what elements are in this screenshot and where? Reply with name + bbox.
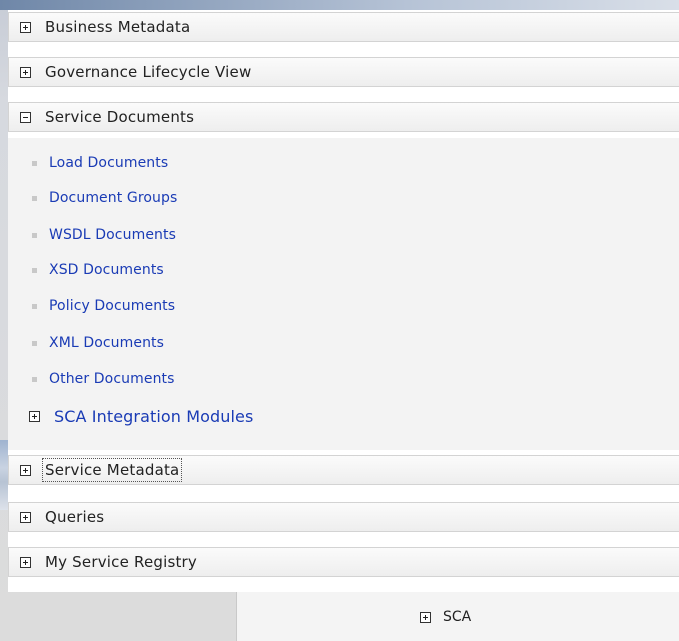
nav-link-label[interactable]: XSD Documents [49, 262, 164, 278]
nav-link-wsdl-documents[interactable]: WSDL Documents [32, 224, 176, 246]
navigation-panel: Business Metadata Governance Lifecycle V… [8, 10, 679, 592]
bullet-icon [32, 232, 37, 238]
nav-link-xml-documents[interactable]: XML Documents [32, 332, 164, 354]
bullet-icon [32, 340, 37, 346]
nav-link-label[interactable]: WSDL Documents [49, 227, 176, 243]
nav-link-label[interactable]: Other Documents [49, 371, 175, 387]
section-label: Service Documents [45, 108, 195, 126]
expand-icon[interactable] [20, 511, 31, 523]
background-tree-item-sca[interactable]: SCA [420, 602, 471, 632]
section-governance-lifecycle-view[interactable]: Governance Lifecycle View [8, 57, 679, 87]
nav-group-label[interactable]: SCA Integration Modules [54, 407, 253, 426]
section-business-metadata[interactable]: Business Metadata [8, 12, 679, 42]
service-documents-list: Load Documents Document Groups WSDL Docu… [8, 138, 679, 450]
background-left-bands [0, 440, 8, 510]
bullet-icon [32, 303, 37, 309]
bullet-icon [32, 160, 37, 166]
section-label: Service Metadata [41, 458, 183, 482]
expand-icon[interactable] [20, 66, 31, 78]
section-service-metadata[interactable]: Service Metadata [8, 455, 679, 485]
section-queries[interactable]: Queries [8, 502, 679, 532]
collapse-icon[interactable] [20, 111, 31, 123]
expand-icon[interactable] [420, 611, 431, 623]
section-my-service-registry[interactable]: My Service Registry [8, 547, 679, 577]
tree-item-label: SCA [443, 609, 472, 625]
section-label: Business Metadata [45, 18, 191, 36]
nav-link-label[interactable]: XML Documents [49, 335, 164, 351]
nav-link-document-groups[interactable]: Document Groups [32, 187, 177, 209]
bullet-icon [32, 195, 37, 201]
section-label: My Service Registry [45, 553, 197, 571]
expand-icon[interactable] [20, 464, 31, 476]
expand-icon[interactable] [29, 410, 40, 422]
nav-link-label[interactable]: Load Documents [49, 155, 168, 171]
expand-icon[interactable] [20, 21, 31, 33]
expand-icon[interactable] [20, 556, 31, 568]
section-service-documents[interactable]: Service Documents [8, 102, 679, 132]
section-label: Governance Lifecycle View [45, 63, 252, 81]
section-label: Queries [45, 508, 105, 526]
window-top-strip [0, 0, 679, 10]
nav-link-label[interactable]: Policy Documents [49, 298, 175, 314]
bullet-icon [32, 267, 37, 273]
nav-group-sca-integration-modules[interactable]: SCA Integration Modules [8, 402, 253, 430]
nav-link-load-documents[interactable]: Load Documents [32, 152, 168, 174]
nav-link-xsd-documents[interactable]: XSD Documents [32, 259, 164, 281]
nav-link-other-documents[interactable]: Other Documents [32, 368, 175, 390]
bullet-icon [32, 376, 37, 382]
nav-link-label[interactable]: Document Groups [49, 190, 177, 206]
nav-link-policy-documents[interactable]: Policy Documents [32, 295, 175, 317]
